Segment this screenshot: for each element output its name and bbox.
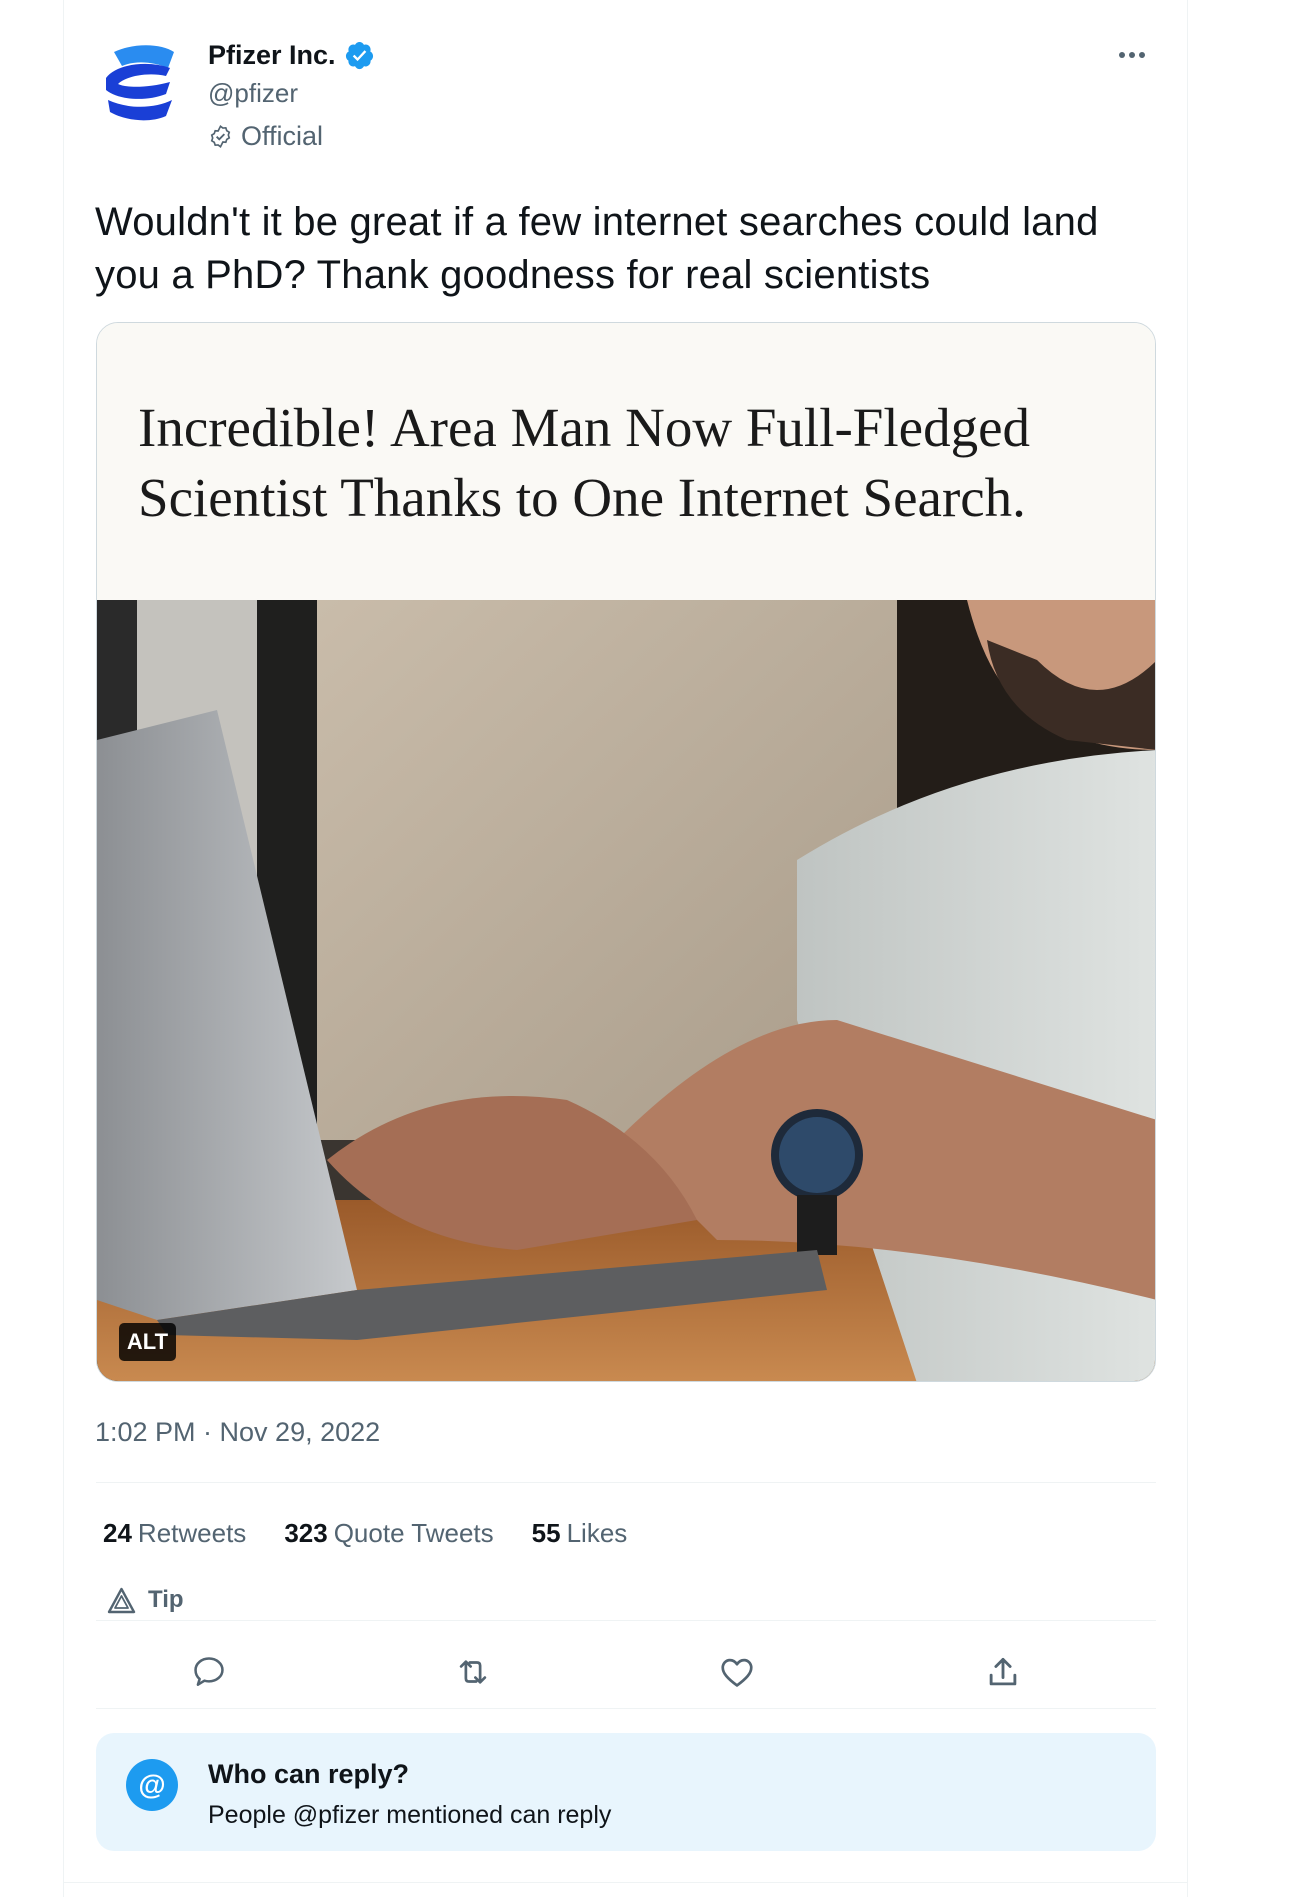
tweet-media[interactable]: Incredible! Area Man Now Full-Fledged Sc… xyxy=(96,322,1156,1382)
alt-text-badge[interactable]: ALT xyxy=(119,1323,176,1361)
tip-label: Tip xyxy=(148,1586,184,1613)
tweet-timestamp[interactable]: 1:02 PM · Nov 29, 2022 xyxy=(95,1417,380,1448)
media-headline: Incredible! Area Man Now Full-Fledged Sc… xyxy=(138,397,1030,528)
divider xyxy=(96,1482,1156,1483)
tip-icon xyxy=(107,1587,136,1614)
author-display-name[interactable]: Pfizer Inc. xyxy=(208,40,336,71)
share-icon[interactable] xyxy=(978,1647,1028,1697)
mention-at-icon: @ xyxy=(126,1759,178,1811)
like-icon[interactable] xyxy=(712,1647,762,1697)
author-handle[interactable]: @pfizer xyxy=(208,78,298,109)
official-label: Official xyxy=(208,121,323,152)
likes-label: Likes xyxy=(566,1518,628,1548)
likes-count: 55 xyxy=(531,1518,561,1548)
retweet-icon[interactable] xyxy=(448,1647,498,1697)
quote-tweets-count: 323 xyxy=(284,1518,328,1548)
pfizer-logo-avatar[interactable] xyxy=(96,38,180,122)
retweets-count: 24 xyxy=(103,1518,132,1548)
more-options-icon[interactable] xyxy=(1114,40,1150,70)
who-can-reply-title: Who can reply? xyxy=(208,1759,410,1789)
quote-tweets-stat[interactable]: 323 Quote Tweets xyxy=(284,1518,493,1549)
who-can-reply-subtitle: People @pfizer mentioned can reply xyxy=(208,1801,612,1829)
who-can-reply-notice: @ Who can reply? People @pfizer mentione… xyxy=(96,1733,1156,1851)
verified-badge-icon xyxy=(344,40,375,71)
reply-icon[interactable] xyxy=(184,1647,234,1697)
media-photo[interactable] xyxy=(97,600,1156,1382)
likes-stat[interactable]: 55 Likes xyxy=(532,1518,628,1549)
author-name-row[interactable]: Pfizer Inc. xyxy=(208,40,375,71)
quote-tweets-label: Quote Tweets xyxy=(333,1518,494,1548)
retweets-label: Retweets xyxy=(137,1518,247,1548)
tweet-action-bar xyxy=(96,1637,1156,1707)
tip-button[interactable]: Tip xyxy=(107,1586,184,1614)
official-label-text: Official xyxy=(241,121,324,151)
retweets-stat[interactable]: 24 Retweets xyxy=(103,1518,246,1549)
divider xyxy=(96,1620,1156,1621)
tweet-text: Wouldn't it be great if a few internet s… xyxy=(95,200,1099,297)
divider xyxy=(64,1882,1187,1883)
divider xyxy=(96,1708,1156,1709)
media-headline-area: Incredible! Area Man Now Full-Fledged Sc… xyxy=(97,323,1155,600)
tweet-column: Pfizer Inc. @pfizer Official Wouldn't it… xyxy=(63,0,1188,1897)
official-badge-icon xyxy=(208,124,233,149)
engagement-stats: 24 Retweets 323 Quote Tweets 55 Likes xyxy=(103,1518,627,1549)
